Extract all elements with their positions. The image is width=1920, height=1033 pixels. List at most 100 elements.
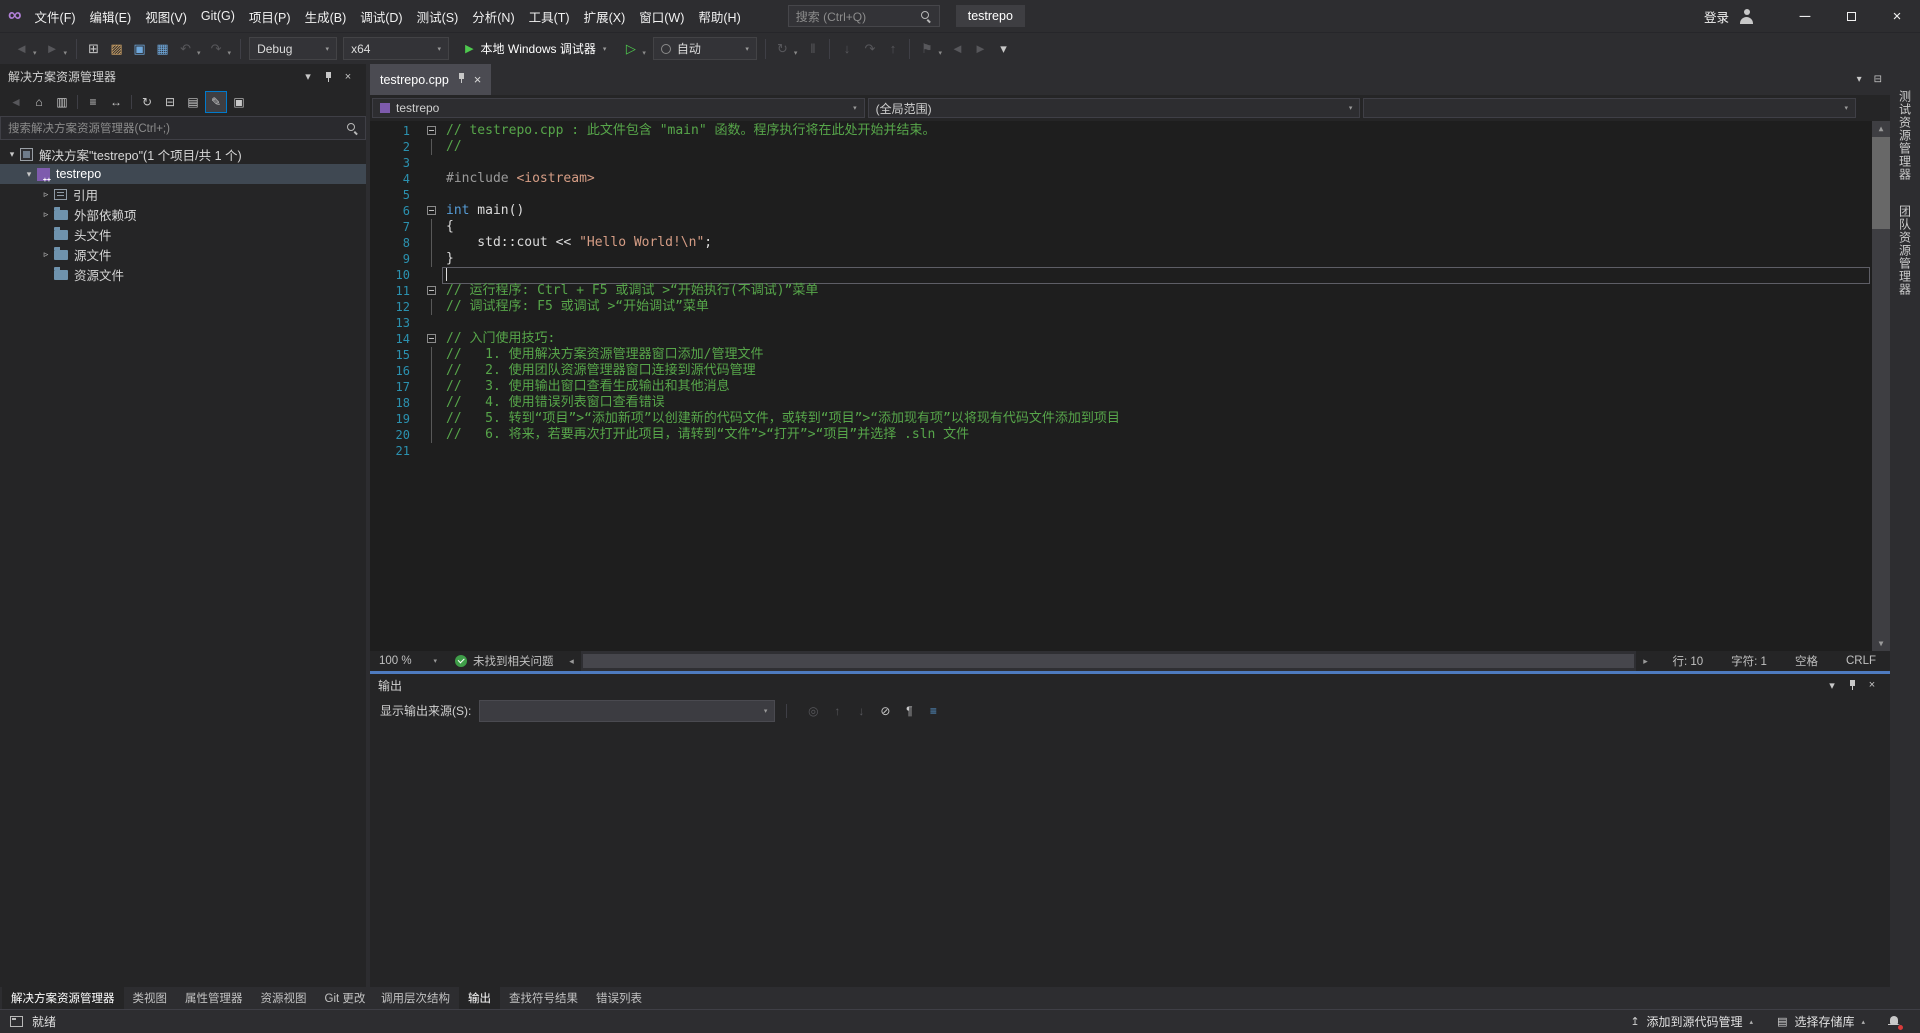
chevron-down-icon[interactable]: ▾ [298, 70, 318, 83]
scrollbar-thumb[interactable] [1872, 137, 1890, 229]
maximize-button[interactable] [1828, 0, 1874, 32]
code-editor[interactable]: 1// testrepo.cpp : 此文件包含 "main" 函数。程序执行将… [370, 121, 1890, 651]
right-dock-tab-0[interactable]: 测试资源管理器 [1897, 90, 1914, 181]
menubar-item-10[interactable]: 扩展(X) [577, 0, 633, 32]
tree-item-1[interactable]: ▾testrepo [0, 164, 366, 184]
code-line-8[interactable]: 8 std::cout << "Hello World!\n"; [370, 235, 1890, 251]
tool-window-tab-2[interactable]: 属性管理器 [176, 987, 252, 1009]
scroll-down-icon[interactable]: ▼ [1872, 636, 1890, 651]
code-line-7[interactable]: 7{ [370, 219, 1890, 235]
expander-icon[interactable]: ▹ [38, 249, 54, 260]
pin-icon[interactable] [457, 72, 466, 87]
status-column[interactable]: 字符: 1 [1717, 653, 1781, 669]
toggle-autoscroll-icon[interactable]: ≡ [922, 700, 944, 722]
document-health-indicator[interactable]: 未找到相关问题 [446, 653, 563, 669]
home-icon[interactable]: ⌂ [28, 91, 50, 113]
tree-item-3[interactable]: ▹外部依赖项 [0, 204, 366, 224]
right-dock-tab-1[interactable]: 团队资源管理器 [1897, 205, 1914, 296]
add-to-source-control-button[interactable]: ↥ 添加到源代码管理 ▴ [1619, 1010, 1764, 1033]
minimize-button[interactable]: ─ [1782, 0, 1828, 32]
output-content[interactable] [370, 725, 1890, 987]
expander-icon[interactable]: ▹ [38, 189, 54, 200]
debug-target-combo[interactable]: 自动▾ [653, 37, 757, 60]
word-wrap-icon[interactable]: ¶ [898, 700, 920, 722]
tool-window-tab-0[interactable]: 解决方案资源管理器 [2, 987, 124, 1009]
code-line-10[interactable]: 10 [370, 267, 1890, 283]
save-icon[interactable]: ▣ [128, 37, 151, 61]
output-source-combo[interactable]: ▾ [479, 700, 775, 722]
menubar-item-11[interactable]: 窗口(W) [632, 0, 691, 32]
menubar-item-6[interactable]: 调试(D) [353, 0, 409, 32]
status-spaces[interactable]: 空格 [1781, 653, 1832, 669]
menubar-item-2[interactable]: 视图(V) [138, 0, 194, 32]
code-line-9[interactable]: 9} [370, 251, 1890, 267]
menubar-item-7[interactable]: 测试(S) [410, 0, 466, 32]
solution-explorer-search-box[interactable]: 搜索解决方案资源管理器(Ctrl+;) [0, 116, 366, 140]
pending-changes-filter-icon[interactable]: ≡ [82, 91, 104, 113]
solution-explorer-header[interactable]: 解决方案资源管理器 ▾ × [0, 64, 366, 89]
tree-item-4[interactable]: 头文件 [0, 224, 366, 244]
status-line[interactable]: 行: 10 [1658, 653, 1717, 669]
refresh-icon[interactable]: ↻ [136, 91, 158, 113]
code-line-6[interactable]: 6int main() [370, 203, 1890, 219]
expander-icon[interactable]: ▾ [4, 149, 20, 160]
bottom-panel-tab-3[interactable]: 错误列表 [587, 987, 651, 1009]
menubar-item-12[interactable]: 帮助(H) [691, 0, 747, 32]
platform-combo[interactable]: x64▾ [343, 37, 449, 60]
tree-item-6[interactable]: 资源文件 [0, 264, 366, 284]
code-line-21[interactable]: 21 [370, 443, 1890, 459]
chevron-down-icon[interactable]: ▾ [1822, 679, 1842, 692]
background-tasks-icon[interactable] [10, 1016, 23, 1027]
active-files-chevron-icon[interactable]: ▾ [1857, 74, 1862, 85]
select-repository-button[interactable]: ▤ 选择存储库 ▴ [1766, 1010, 1876, 1033]
fold-collapse-icon[interactable] [427, 334, 436, 343]
close-icon[interactable]: × [338, 71, 358, 83]
code-line-18[interactable]: 18// 4. 使用错误列表窗口查看错误 [370, 395, 1890, 411]
menubar-item-9[interactable]: 工具(T) [522, 0, 577, 32]
scrollbar-thumb[interactable] [583, 654, 1635, 668]
code-line-17[interactable]: 17// 3. 使用输出窗口查看生成输出和其他消息 [370, 379, 1890, 395]
configuration-combo[interactable]: Debug▾ [249, 37, 337, 60]
start-debugging-button[interactable]: ▶本地 Windows 调试器▾ [456, 37, 615, 61]
tool-window-tab-1[interactable]: 类视图 [124, 987, 177, 1009]
new-project-icon[interactable]: ⊞ [82, 37, 105, 61]
bottom-panel-tab-0[interactable]: 调用层次结构 [372, 987, 459, 1009]
menubar-item-8[interactable]: 分析(N) [465, 0, 521, 32]
scroll-up-icon[interactable]: ▲ [1872, 121, 1890, 136]
code-line-5[interactable]: 5 [370, 187, 1890, 203]
clear-all-icon[interactable]: ⊘ [874, 700, 896, 722]
window-layout-icon[interactable]: ⊟ [1874, 74, 1882, 85]
code-line-4[interactable]: 4#include <iostream> [370, 171, 1890, 187]
code-line-12[interactable]: 12// 调试程序: F5 或调试 >“开始调试”菜单 [370, 299, 1890, 315]
expander-icon[interactable]: ▹ [38, 209, 54, 220]
pin-icon[interactable] [1842, 679, 1862, 691]
quick-search-box[interactable]: 搜索 (Ctrl+Q) [788, 5, 940, 27]
editor-vertical-scrollbar[interactable]: ▲ ▼ [1872, 121, 1890, 651]
open-file-icon[interactable]: ▨ [105, 37, 128, 61]
bottom-panel-tab-2[interactable]: 查找符号结果 [500, 987, 587, 1009]
zoom-combo[interactable]: 100 % ▾ [370, 655, 446, 667]
close-icon[interactable]: × [474, 72, 482, 87]
scope-combo[interactable]: (全局范围) ▾ [868, 98, 1361, 118]
fold-collapse-icon[interactable] [427, 126, 436, 135]
expander-icon[interactable]: ▾ [21, 169, 37, 180]
notifications-bell-icon[interactable] [1878, 1010, 1910, 1033]
menubar-item-3[interactable]: Git(G) [194, 0, 242, 32]
menubar-item-4[interactable]: 项目(P) [242, 0, 298, 32]
code-line-2[interactable]: 2// [370, 139, 1890, 155]
code-line-13[interactable]: 13 [370, 315, 1890, 331]
close-icon[interactable]: × [1862, 679, 1882, 691]
output-panel-header[interactable]: 输出 ▾ × [370, 674, 1890, 696]
show-all-files-icon[interactable]: ▤ [182, 91, 204, 113]
tool-window-tab-4[interactable]: Git 更改 [316, 987, 367, 1009]
menubar-item-1[interactable]: 编辑(E) [83, 0, 139, 32]
switch-views-icon[interactable]: ▥ [51, 91, 73, 113]
tree-item-5[interactable]: ▹源文件 [0, 244, 366, 264]
fold-collapse-icon[interactable] [427, 286, 436, 295]
pin-icon[interactable] [318, 71, 338, 83]
member-combo[interactable]: ▾ [1363, 98, 1856, 118]
code-line-20[interactable]: 20// 6. 将来，若要再次打开此项目，请转到“文件”>“打开”>“项目”并选… [370, 427, 1890, 443]
sign-in-button[interactable]: 登录 [1704, 7, 1729, 26]
start-without-debugging-icon[interactable]: ▷ [619, 37, 642, 61]
bottom-panel-tab-1[interactable]: 输出 [459, 987, 500, 1009]
